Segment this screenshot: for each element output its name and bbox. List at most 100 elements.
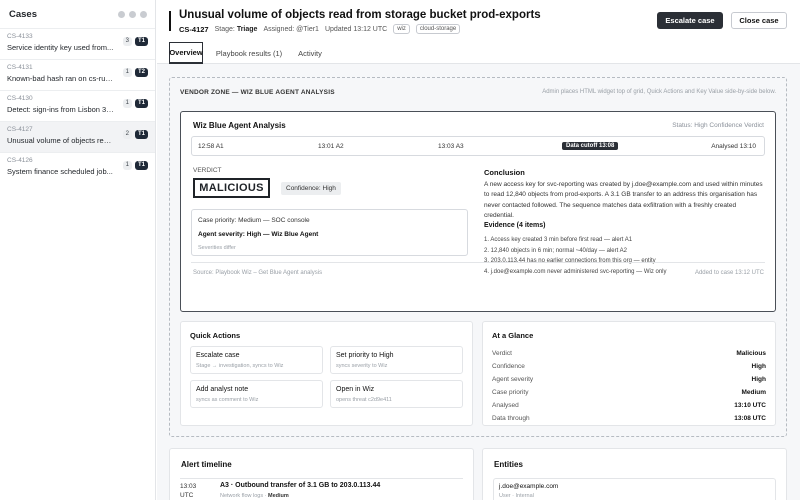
- case-name: Detect: sign-ins from Lisbon 38...: [7, 105, 115, 114]
- case-meta: CS-4127 Stage: Triage Assigned: @Tier1 U…: [179, 24, 461, 34]
- case-list-item[interactable]: CS-4131 Known-bad hash ran on cs-runne...…: [0, 59, 155, 90]
- assigned-value[interactable]: @Tier1: [296, 26, 319, 33]
- severities-note: Severities differ: [198, 245, 236, 251]
- glance-row-verdict: Verdict Malicious: [492, 350, 766, 362]
- escalate-case-button[interactable]: Escalate case: [657, 12, 723, 29]
- glance-key: Case priority: [492, 389, 529, 396]
- tag-wiz[interactable]: wiz: [393, 24, 410, 34]
- tier-badge: T1: [134, 130, 148, 139]
- case-badges: 1 T2: [122, 68, 148, 77]
- verdict-badge: MALICIOUS: [193, 178, 270, 198]
- glance-key: Agent severity: [492, 376, 534, 383]
- case-name: Known-bad hash ran on cs-runne...: [7, 74, 115, 83]
- glance-value: 13:10 UTC: [734, 402, 766, 409]
- set-priority-high-action[interactable]: Set priority to High syncs severity to W…: [330, 346, 463, 374]
- analysis-timeline: 12:58 A1 13:01 A2 13:03 A3 Data cutoff 1…: [191, 136, 765, 156]
- glance-value: Medium: [741, 389, 766, 396]
- stage: Stage: Triage: [215, 26, 258, 33]
- agent-severity: Agent severity: High — Wiz Blue Agent: [198, 231, 319, 238]
- glance-row-case-priority: Case priority Medium: [492, 389, 766, 401]
- tier-badge: T1: [134, 99, 148, 108]
- alert-count-badge: 1: [122, 68, 132, 77]
- glance-value: 13:08 UTC: [734, 415, 766, 422]
- tab-bar: Overview Playbook results (1) Activity: [157, 42, 800, 64]
- glance-row-confidence: Confidence High: [492, 363, 766, 375]
- alert-timeline-card: Alert timeline 13:03 UTC A3 · Outbound t…: [169, 448, 474, 500]
- action-title: Open in Wiz: [336, 386, 375, 393]
- case-list-item[interactable]: CS-4127 Unusual volume of objects read...…: [0, 121, 155, 152]
- sidebar-header: Cases: [0, 0, 155, 28]
- alert-severity: Medium: [268, 493, 289, 499]
- assigned-label: Assigned:: [263, 25, 295, 33]
- entity-type: User · Internal: [499, 493, 534, 499]
- glance-row-analysed: Analysed 13:10 UTC: [492, 402, 766, 414]
- at-a-glance-card: At a Glance Verdict Malicious Confidence…: [482, 321, 776, 426]
- tier-badge: T1: [134, 37, 148, 46]
- quick-actions-card: Quick Actions Escalate case Stage → inve…: [180, 321, 473, 426]
- alert-title: A3 · Outbound transfer of 3.1 GB to 203.…: [220, 482, 381, 489]
- dot-icon[interactable]: [140, 10, 147, 18]
- page-title: Unusual volume of objects read from stor…: [179, 9, 541, 21]
- alert-source: Network flow logs: [220, 493, 264, 499]
- tier-badge: T2: [134, 68, 148, 77]
- add-analyst-note-action[interactable]: Add analyst note syncs as comment to Wiz: [190, 380, 323, 408]
- open-in-wiz-action[interactable]: Open in Wiz opens threat c2d9e411: [330, 380, 463, 408]
- entities-card: Entities j.doe@example.com User · Intern…: [482, 448, 787, 500]
- alert-meta: Network flow logs · Medium: [220, 493, 289, 499]
- verdict-label: VERDICT: [193, 167, 222, 174]
- case-header: Unusual volume of objects read from stor…: [157, 0, 800, 40]
- close-case-button[interactable]: Close case: [731, 12, 787, 29]
- widget-title: Wiz Blue Agent Analysis: [193, 121, 286, 130]
- title-accent-bar: [169, 11, 171, 31]
- widget-source: Source: Playbook Wiz – Get Blue Agent an…: [193, 270, 323, 276]
- case-list-item[interactable]: CS-4130 Detect: sign-ins from Lisbon 38..…: [0, 90, 155, 121]
- widget-added-time: Added to case 13:12 UTC: [694, 270, 764, 276]
- alert-count-badge: 3: [122, 37, 132, 46]
- alert-row[interactable]: 13:03 UTC A3 · Outbound transfer of 3.1 …: [180, 478, 463, 500]
- timeline-marker: 12:58 A1: [198, 143, 224, 150]
- glance-row-data-through: Data through 13:08 UTC: [492, 415, 766, 427]
- evidence-item: 2. 12,840 objects in 6 min; normal ~40/d…: [484, 247, 627, 254]
- tab-playbook-results[interactable]: Playbook results (1): [213, 42, 285, 64]
- action-subtitle: Stage → investigation, syncs to Wiz: [196, 363, 284, 369]
- dot-icon[interactable]: [118, 10, 125, 18]
- vendor-zone-note: Admin places HTML widget top of grid, Qu…: [542, 89, 776, 95]
- dot-icon[interactable]: [129, 10, 136, 18]
- window-controls: [118, 10, 147, 18]
- glance-row-agent-severity: Agent severity High: [492, 376, 766, 388]
- action-subtitle: syncs severity to Wiz: [336, 363, 388, 369]
- glance-value: High: [751, 363, 766, 370]
- alert-timeline-title: Alert timeline: [181, 460, 232, 469]
- action-subtitle: opens threat c2d9e411: [336, 397, 392, 403]
- tab-activity[interactable]: Activity: [293, 42, 327, 64]
- tab-overview[interactable]: Overview: [169, 42, 203, 64]
- glance-value: High: [751, 376, 766, 383]
- case-list: CS-4133 Service identity key used from...…: [0, 28, 155, 183]
- entity-item[interactable]: j.doe@example.com User · Internal: [493, 478, 776, 500]
- alert-count-badge: 2: [122, 130, 132, 139]
- tag-cloud-storage[interactable]: cloud-storage: [415, 24, 461, 34]
- severity-comparison: Case priority: Medium — SOC console Agen…: [191, 209, 468, 256]
- glance-value: Malicious: [736, 350, 766, 357]
- case-list-item[interactable]: CS-4133 Service identity key used from...…: [0, 28, 155, 59]
- case-badges: 1 T1: [122, 161, 148, 170]
- case-sidebar: Cases CS-4133 Service identity key used f…: [0, 0, 156, 500]
- glance-key: Analysed: [492, 402, 519, 409]
- widget-status: Status: High Confidence Verdict: [672, 122, 764, 129]
- assigned: Assigned: @Tier1: [263, 26, 319, 33]
- case-list-item[interactable]: CS-4126 System finance scheduled job... 1 T…: [0, 152, 155, 183]
- timeline-marker: 13:03 A3: [438, 143, 464, 150]
- conclusion-heading: Conclusion: [484, 168, 525, 177]
- evidence-item: 1. Access key created 3 min before first…: [484, 237, 633, 243]
- wiz-analysis-widget: Wiz Blue Agent Analysis Status: High Con…: [180, 111, 776, 312]
- case-id: CS-4127: [179, 24, 209, 34]
- tier-badge: T1: [134, 161, 148, 170]
- overview-panel: VENDOR ZONE — WIZ BLUE AGENT ANALYSIS Ad…: [157, 64, 800, 500]
- updated-time: Updated 13:12 UTC: [324, 25, 388, 33]
- escalate-case-action[interactable]: Escalate case Stage → investigation, syn…: [190, 346, 323, 374]
- vendor-zone: VENDOR ZONE — WIZ BLUE AGENT ANALYSIS Ad…: [169, 77, 787, 437]
- timeline-marker: 13:01 A2: [318, 143, 344, 150]
- divider: [191, 262, 765, 263]
- glance-key: Data through: [492, 415, 530, 422]
- action-title: Add analyst note: [196, 386, 249, 393]
